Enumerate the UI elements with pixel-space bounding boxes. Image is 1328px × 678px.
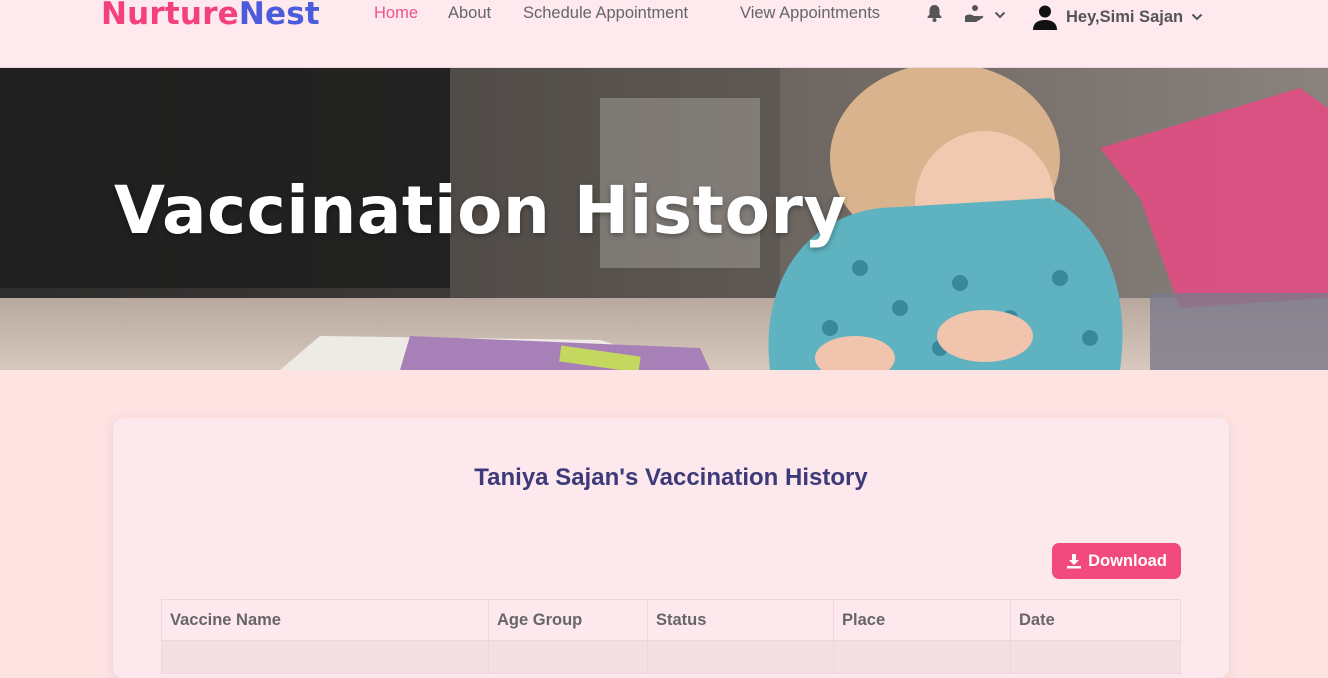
user-greeting: Hey,Simi Sajan: [1066, 7, 1184, 26]
nav-schedule-appointment[interactable]: Schedule Appointment: [523, 4, 688, 23]
user-menu[interactable]: Hey,Simi Sajan: [1032, 3, 1203, 31]
download-button[interactable]: Download: [1052, 543, 1181, 579]
chevron-down-icon[interactable]: [994, 7, 1006, 25]
nav-view-appointments[interactable]: View Appointments: [740, 4, 880, 23]
col-status: Status: [647, 599, 834, 641]
hero-banner: Vaccination History: [0, 68, 1328, 370]
bell-icon[interactable]: [926, 4, 943, 28]
brand-part2: Nest: [238, 0, 320, 32]
user-icon: [1033, 5, 1057, 30]
col-place: Place: [833, 599, 1011, 641]
download-icon: [1067, 554, 1082, 569]
chevron-down-icon: [1191, 13, 1203, 21]
care-hand-icon[interactable]: [964, 4, 986, 28]
brand-part1: Nurture: [101, 0, 239, 32]
col-age-group: Age Group: [488, 599, 648, 641]
card-title: Taniya Sajan's Vaccination History: [474, 464, 868, 491]
nav-about[interactable]: About: [448, 4, 491, 23]
table-row: [161, 640, 1181, 674]
table-header-row: Vaccine Name Age Group Status Place Date: [161, 599, 1181, 641]
brand-logo[interactable]: NurtureNest: [101, 0, 320, 32]
navbar: NurtureNest Home About Schedule Appointm…: [0, 0, 1328, 68]
vaccination-card: Taniya Sajan's Vaccination History Downl…: [113, 418, 1229, 678]
vaccination-table: Vaccine Name Age Group Status Place Date: [161, 599, 1181, 674]
col-date: Date: [1010, 599, 1181, 641]
nav-home[interactable]: Home: [374, 4, 418, 23]
hero-title: Vaccination History: [114, 172, 847, 249]
download-label: Download: [1088, 551, 1167, 570]
col-vaccine-name: Vaccine Name: [161, 599, 489, 641]
